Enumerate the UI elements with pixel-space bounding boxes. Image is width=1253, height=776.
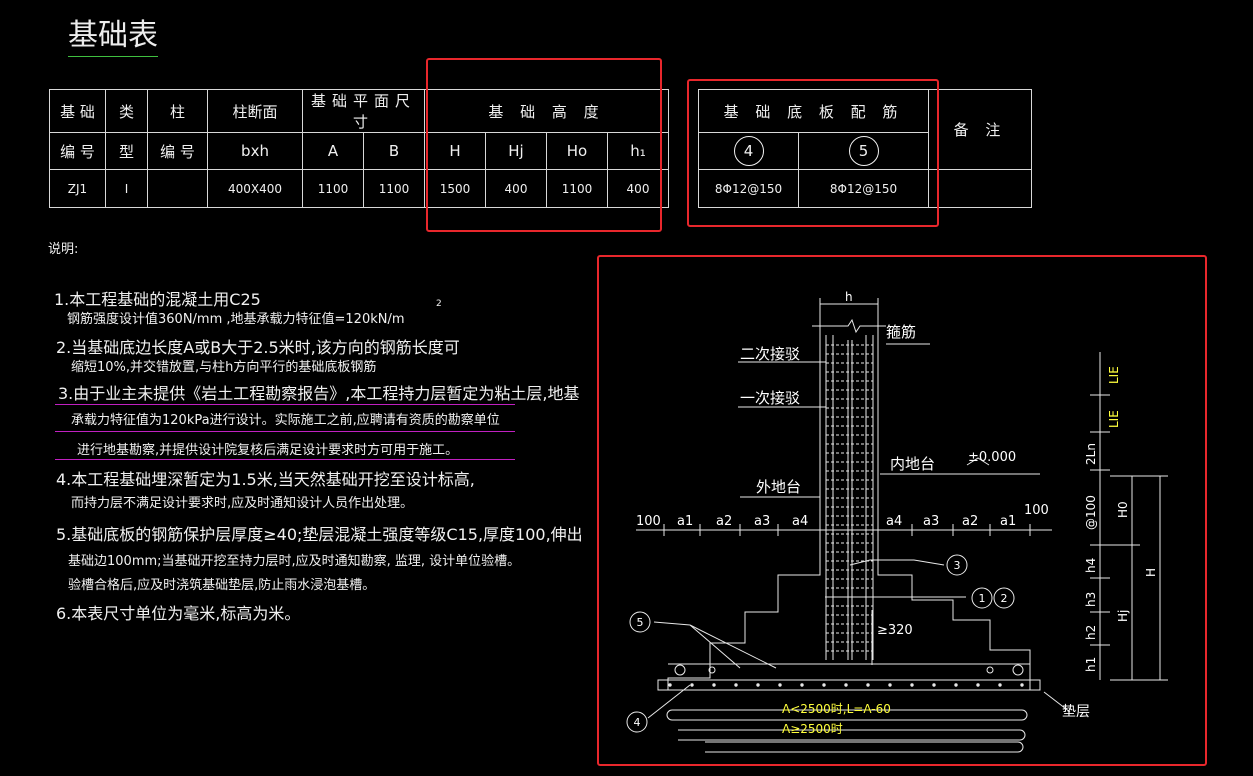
pad-dots [668,683,1024,687]
pad-dot [954,683,958,687]
pad-dot [1020,683,1024,687]
dim-a1-left: a1 [677,514,693,529]
pad-dot [888,683,892,687]
dim-H0: H0 [1116,501,1130,518]
dim-a1-right: a1 [1000,514,1016,529]
callout-1-label: 1 [979,592,986,605]
label-neidt: 内地台 [890,455,935,473]
dim-2ln: 2Ln [1084,443,1098,465]
dim-h2: h2 [1084,625,1098,640]
dim-h4: h4 [1084,558,1098,573]
label-note1: A<2500时,L=A-60 [782,702,891,716]
label-waidt: 外地台 [756,478,801,496]
pad-dot [668,683,672,687]
pad-dot [734,683,738,687]
dim-100-left: 100 [636,514,661,529]
dim-a2-right: a2 [962,514,978,529]
callout-2-label: 2 [1001,592,1008,605]
pad-dot [866,683,870,687]
label-erci: 二次接驳 [740,345,800,363]
dim-a2-left: a2 [716,514,732,529]
pad-dot [976,683,980,687]
label-note2: A≥2500时 [782,722,843,736]
dim-lie-mid: LIE [1107,410,1121,428]
dim-lie-top: LIE [1107,366,1121,384]
pad-dot [800,683,804,687]
pad-dot [690,683,694,687]
dim-at100: @100 [1084,495,1098,530]
callout-3-label: 3 [954,559,961,572]
dim-a4-left: a4 [792,514,808,529]
callout-4-label: 4 [634,716,641,729]
column [812,318,886,660]
dim-Hj: Hj [1116,610,1130,622]
pad-dot [756,683,760,687]
dim-a4-right: a4 [886,514,902,529]
pad-dot [910,683,914,687]
dim-100-right: 100 [1024,503,1049,518]
pad-dot [822,683,826,687]
dim-h1: h1 [1084,657,1098,672]
label-yici: 一次接驳 [740,389,800,407]
pad-dot [712,683,716,687]
label-ge320: ≥320 [877,623,913,638]
label-dianceng: 垫层 [1062,704,1090,720]
label-gujin: 箍筋 [886,323,916,341]
dim-a3-right: a3 [923,514,939,529]
pad-dot [778,683,782,687]
dim-a3-left: a3 [754,514,770,529]
dim-h3: h3 [1084,592,1098,607]
pad-dot [932,683,936,687]
pad-dot [844,683,848,687]
dim-h-label: h [845,290,853,304]
pad-dot [998,683,1002,687]
label-elevation: ±0.000 [968,450,1016,465]
foundation-section-drawing: h 100 a1 a2 a3 a4 a4 a3 a2 a1 100 箍筋 二次接… [626,290,1168,753]
dim-H: H [1144,568,1158,577]
callout-5-label: 5 [637,616,644,629]
leader-lines [647,343,1071,719]
